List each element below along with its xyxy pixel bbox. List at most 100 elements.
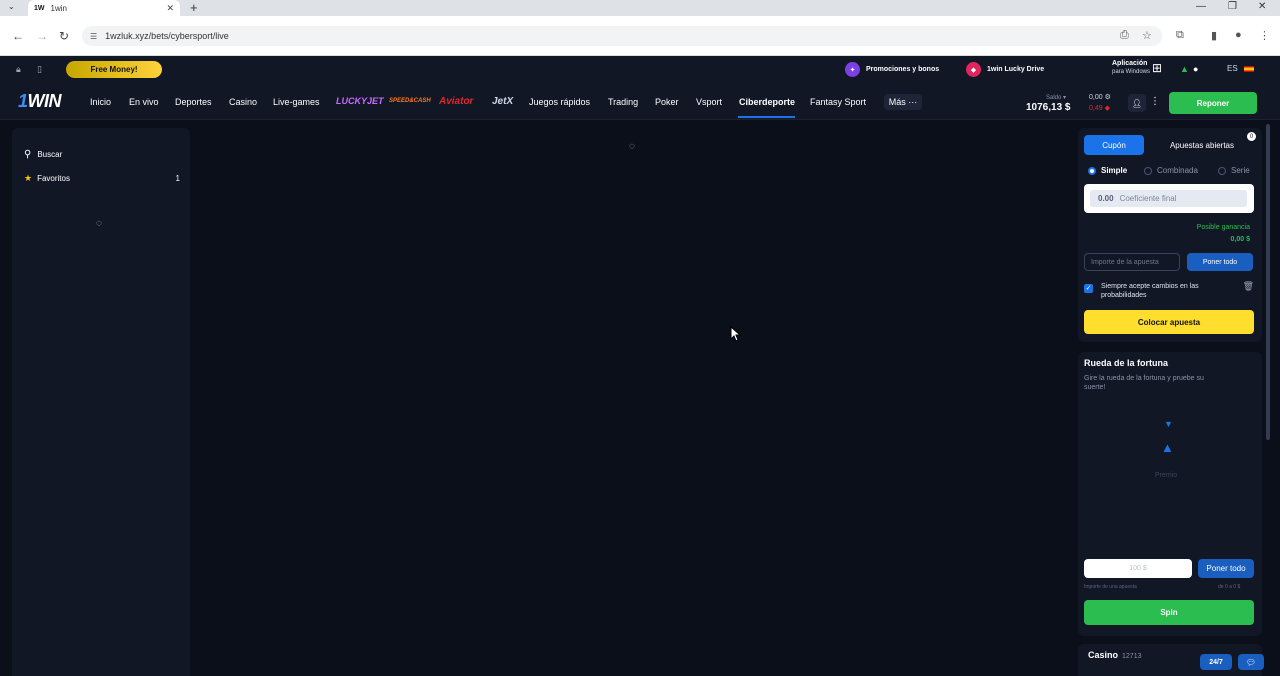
spin-bet-all-button[interactable]: Poner todo: [1198, 559, 1254, 578]
sidebar-search[interactable]: ⚲ Buscar: [24, 149, 62, 160]
free-money-button[interactable]: Free Money!: [66, 61, 162, 78]
nav-speed-cash[interactable]: SPEED&CASH: [389, 98, 431, 104]
accept-label: Siempre acepte cambios en las probabilid…: [1101, 283, 1199, 299]
lucky-drive-label: 1win Lucky Drive: [987, 66, 1045, 73]
user-profile-button[interactable]: 👤︎: [1128, 94, 1146, 112]
address-bar[interactable]: ☰ 1wzluk.xyz/bets/cybersport/live: [82, 26, 1162, 46]
scrollbar-thumb[interactable]: [1266, 124, 1270, 440]
radio-on-icon: [1088, 166, 1096, 175]
support-button[interactable]: 24/7: [1200, 654, 1232, 670]
mouse-cursor-icon: [730, 326, 742, 342]
tab-open-bets[interactable]: Apuestas abiertas: [1152, 135, 1252, 155]
checkbox-checked-icon[interactable]: ✓: [1084, 284, 1093, 293]
spain-flag-icon: [1243, 65, 1254, 72]
browser-tab[interactable]: 1W 1win ✕: [28, 0, 180, 16]
wheel-cone-icon: ▲: [1161, 440, 1174, 455]
new-tab-icon[interactable]: +: [190, 0, 198, 16]
nav-fantasy-sport[interactable]: Fantasy Sport: [810, 97, 866, 107]
chat-icon: 💬︎: [1245, 657, 1257, 667]
nav-trading[interactable]: Trading: [608, 97, 638, 107]
casino-panel: [1078, 644, 1262, 676]
coefficient-field: 0.00 Coeficiente final: [1090, 190, 1247, 207]
favorites-label: Favoritos: [37, 174, 70, 183]
favorites-count: 1: [175, 174, 180, 183]
nav-casino[interactable]: Casino: [229, 97, 257, 107]
radio-off-icon: [1144, 166, 1152, 175]
radio-serie[interactable]: Serie: [1218, 166, 1250, 175]
radio-combinada[interactable]: Combinada: [1144, 166, 1198, 175]
menu-icon[interactable]: ⋮: [1259, 29, 1270, 42]
gift-small-icon: ◆: [1104, 105, 1110, 112]
prize-label: Premio: [1155, 472, 1178, 479]
trash-icon[interactable]: 🗑︎: [1243, 282, 1254, 291]
maximize-icon[interactable]: ❐: [1228, 1, 1237, 12]
more-options-icon[interactable]: ⋮: [1150, 96, 1160, 107]
left-sidebar: [12, 128, 190, 676]
install-icon[interactable]: ⎙: [1120, 29, 1129, 42]
nav-live-games[interactable]: Live-games: [273, 97, 320, 107]
nav-en-vivo[interactable]: En vivo: [129, 97, 159, 107]
lucky-drive-link[interactable]: ◆ 1win Lucky Drive: [966, 62, 1044, 77]
window-close-icon[interactable]: ✕: [1258, 1, 1266, 12]
bonus-balance: 0,00 ⚙︎: [1089, 94, 1111, 101]
spin-amount-note: Importe de una apuesta: [1084, 584, 1137, 590]
open-bets-badge: 0: [1247, 132, 1256, 141]
bonus-balance-2: 0,49 ◆: [1089, 105, 1110, 112]
chat-button[interactable]: 💬︎: [1238, 654, 1264, 670]
apple-icon[interactable]: ●: [1193, 64, 1198, 74]
language-selector[interactable]: ES: [1227, 64, 1254, 73]
extensions-icon[interactable]: ⧉: [1176, 29, 1184, 42]
balance-label[interactable]: Saldo ▾: [1046, 94, 1066, 101]
accept-odds-changes[interactable]: ✓ Siempre acepte cambios en las probabil…: [1084, 282, 1254, 300]
lucky-drive-icon: ◆: [966, 62, 981, 77]
minimize-icon[interactable]: —: [1196, 1, 1206, 12]
nav-ciberdeporte[interactable]: Ciberdeporte: [739, 97, 795, 107]
deposit-button[interactable]: Reponer: [1169, 92, 1257, 114]
nav-poker[interactable]: Poker: [655, 97, 679, 107]
app-label-2: para Windows: [1112, 69, 1151, 75]
radio-simple[interactable]: Simple: [1088, 166, 1127, 175]
site-top-bar: [0, 56, 1280, 84]
place-bet-button[interactable]: Colocar apuesta: [1084, 310, 1254, 334]
bet-amount-input[interactable]: Importe de la apuesta: [1084, 253, 1180, 271]
nav-aviator[interactable]: Aviator: [439, 96, 473, 107]
nav-deportes[interactable]: Deportes: [175, 97, 212, 107]
promotions-link[interactable]: ✦ Promociones y bonos: [845, 62, 939, 77]
forward-icon[interactable]: →: [36, 29, 48, 43]
back-icon[interactable]: ←: [12, 29, 24, 43]
nav-juegos-rapidos[interactable]: Juegos rápidos: [529, 97, 590, 107]
spin-button[interactable]: Spin: [1084, 600, 1254, 625]
spin-amount-input[interactable]: 100 $: [1084, 559, 1192, 578]
casino-title: Casino 12713: [1088, 650, 1142, 660]
windows-icon[interactable]: ⊞: [1152, 61, 1162, 75]
mobile-icon[interactable]: ▯: [37, 64, 42, 75]
balance-value: 1076,13 $: [1026, 102, 1071, 113]
wheel-pointer-icon: ▼: [1164, 419, 1173, 429]
lock-icon[interactable]: 🔒︎: [16, 64, 21, 75]
nav-vsport[interactable]: Vsport: [696, 97, 722, 107]
close-tab-icon[interactable]: ✕: [166, 3, 174, 14]
windows-app-link[interactable]: Aplicación para Windows: [1112, 60, 1150, 76]
fortune-title: Rueda de la fortuna: [1084, 358, 1169, 368]
main-loading-spinner-icon: ◌: [629, 141, 635, 152]
tab-search-icon[interactable]: ⌄: [8, 2, 15, 11]
search-icon: ⚲: [24, 149, 32, 160]
active-nav-indicator: [738, 116, 795, 118]
tab-coupon[interactable]: Cupón: [1084, 135, 1144, 155]
profile-icon[interactable]: ●: [1235, 29, 1242, 41]
bookmark-star-icon[interactable]: ☆: [1142, 29, 1152, 42]
site-info-icon[interactable]: ☰: [90, 32, 97, 41]
nav-jetx[interactable]: JetX: [492, 96, 513, 107]
casino-count: 12713: [1122, 653, 1142, 660]
side-panel-icon[interactable]: ▮: [1211, 29, 1217, 42]
nav-luckyjet[interactable]: LUCKYJET: [336, 96, 384, 106]
more-menu-button[interactable]: Más ···: [884, 94, 922, 110]
site-logo[interactable]: 1WIN: [18, 91, 62, 112]
nav-inicio[interactable]: Inicio: [90, 97, 111, 107]
favicon: 1W: [34, 4, 45, 12]
reload-icon[interactable]: ↻: [59, 29, 69, 43]
sidebar-favorites[interactable]: ★ Favoritos 1: [24, 173, 180, 184]
android-icon[interactable]: ▲: [1180, 64, 1189, 74]
bet-all-button[interactable]: Poner todo: [1187, 253, 1253, 271]
gift-icon: ✦: [845, 62, 860, 77]
